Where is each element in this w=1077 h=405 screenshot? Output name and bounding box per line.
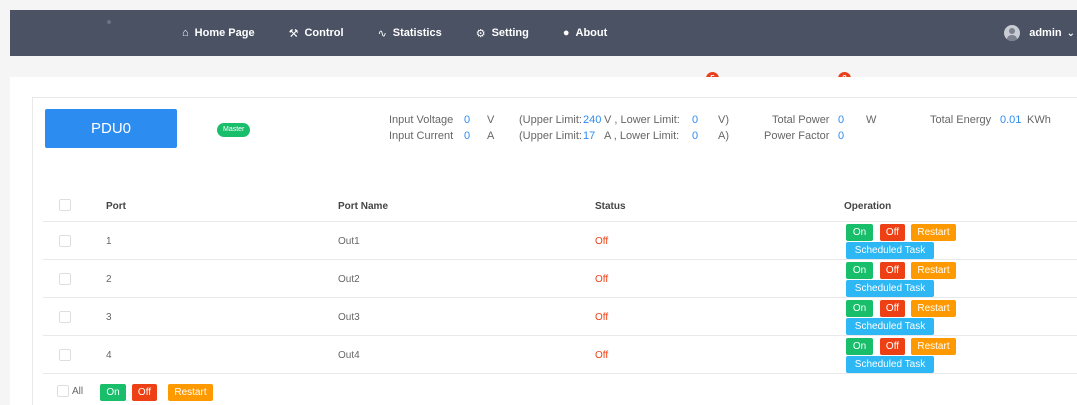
bulk-actions-bar: All On Off Restart [43, 374, 1077, 405]
logo-mark [107, 20, 111, 24]
username: admin [1029, 27, 1062, 39]
off-button[interactable]: Off [880, 262, 905, 279]
port-number: 1 [106, 236, 112, 247]
table-row: 2 Out2 Off On Off Restart Scheduled Task [43, 260, 1077, 298]
port-name: Out2 [338, 274, 360, 285]
table-header: Port Port Name Status Operation [43, 189, 1077, 222]
avatar-icon [1004, 25, 1021, 41]
pdu-select-button[interactable]: PDU0 [45, 109, 177, 148]
row-checkbox[interactable] [59, 311, 71, 323]
off-button[interactable]: Off [880, 338, 905, 355]
on-button[interactable]: On [846, 300, 873, 317]
nav-setting-label: Setting [491, 27, 529, 39]
table-row: 1 Out1 Off On Off Restart Scheduled Task [43, 222, 1077, 260]
top-navbar: ⌂ Home Page ⚒ Control ∿ Statistics ⚙ Set… [10, 10, 1077, 56]
restart-button[interactable]: Restart [911, 224, 956, 241]
scheduled-task-button[interactable]: Scheduled Task [846, 242, 934, 259]
home-icon: ⌂ [182, 27, 189, 39]
port-status: Off [595, 312, 609, 323]
nav-control[interactable]: ⚒ Control [289, 27, 344, 40]
total-power-value: 0 [838, 114, 845, 126]
port-number: 4 [106, 350, 112, 361]
header-status: Status [595, 201, 626, 212]
header-port: Port [106, 201, 126, 212]
power-factor-label: Power Factor [764, 130, 830, 142]
select-all-label: All [72, 386, 84, 397]
table-row: 4 Out4 Off On Off Restart Scheduled Task [43, 336, 1077, 374]
row-checkbox[interactable] [59, 349, 71, 361]
nav-statistics-label: Statistics [392, 27, 442, 39]
select-all-checkbox[interactable] [57, 385, 69, 397]
voltage-upper-limit: 240 [583, 114, 602, 126]
all-on-button[interactable]: On [100, 384, 126, 401]
total-power-unit: W [866, 114, 877, 126]
port-name: Out1 [338, 236, 360, 247]
off-button[interactable]: Off [880, 224, 905, 241]
port-number: 2 [106, 274, 112, 285]
gear-icon: ⚙ [475, 27, 486, 40]
select-all-rows-checkbox[interactable] [59, 199, 71, 211]
row-checkbox[interactable] [59, 273, 71, 285]
voltage-limit-mid: V , Lower Limit: [604, 114, 680, 126]
port-number: 3 [106, 312, 112, 323]
nav-control-label: Control [304, 27, 344, 39]
input-voltage-label: Input Voltage [389, 114, 454, 126]
table-row: 3 Out3 Off On Off Restart Scheduled Task [43, 298, 1077, 336]
port-status: Off [595, 236, 609, 247]
off-button[interactable]: Off [880, 300, 905, 317]
current-upper-limit: 17 [583, 130, 596, 142]
current-lower-limit: 0 [692, 130, 699, 142]
current-limit-mid: A , Lower Limit: [604, 130, 680, 142]
port-status: Off [595, 350, 609, 361]
info-circle-icon: ● [562, 27, 570, 39]
input-voltage-unit: V [487, 114, 495, 126]
input-current-label: Input Current [389, 130, 454, 142]
scheduled-task-button[interactable]: Scheduled Task [846, 356, 934, 373]
pulse-icon: ∿ [377, 27, 387, 40]
on-button[interactable]: On [846, 262, 873, 279]
total-energy-label: Total Energy [930, 114, 992, 126]
restart-button[interactable]: Restart [911, 338, 956, 355]
master-tag: Master [217, 123, 251, 137]
nav-about[interactable]: ● About [563, 27, 607, 39]
row-checkbox[interactable] [59, 235, 71, 247]
input-voltage-value: 0 [464, 114, 471, 126]
tools-icon: ⚒ [288, 27, 299, 40]
current-limit-suffix: A) [718, 130, 729, 142]
nav-home[interactable]: ⌂ Home Page [182, 27, 255, 39]
scheduled-task-button[interactable]: Scheduled Task [846, 318, 934, 335]
pdu-card: PDU0 Master Input Voltage 0 V (Upper Lim… [32, 97, 1077, 405]
total-power-label: Total Power [772, 114, 830, 126]
on-button[interactable]: On [846, 338, 873, 355]
restart-button[interactable]: Restart [911, 300, 956, 317]
restart-button[interactable]: Restart [911, 262, 956, 279]
port-name: Out4 [338, 350, 360, 361]
port-status: Off [595, 274, 609, 285]
input-current-unit: A [487, 130, 495, 142]
voltage-lower-limit: 0 [692, 114, 699, 126]
nav-statistics[interactable]: ∿ Statistics [378, 27, 442, 40]
nav-setting[interactable]: ⚙ Setting [476, 27, 529, 40]
voltage-limit-prefix: (Upper Limit: [519, 114, 582, 126]
main-panel: PDU0 Master Input Voltage 0 V (Upper Lim… [10, 77, 1077, 405]
all-off-button[interactable]: Off [132, 384, 157, 401]
total-energy-unit: KWh [1027, 114, 1051, 126]
scheduled-task-button[interactable]: Scheduled Task [846, 280, 934, 297]
all-restart-button[interactable]: Restart [168, 384, 213, 401]
on-button[interactable]: On [846, 224, 873, 241]
nav-home-label: Home Page [194, 27, 255, 39]
total-energy-value: 0.01 [1000, 114, 1022, 126]
chevron-down-icon: ⌄ [1066, 27, 1075, 39]
main-nav: ⌂ Home Page ⚒ Control ∿ Statistics ⚙ Set… [182, 10, 641, 56]
user-menu[interactable]: admin ⌄ [1004, 10, 1075, 56]
header-port-name: Port Name [338, 201, 389, 212]
input-current-value: 0 [464, 130, 471, 142]
power-factor-value: 0 [838, 130, 845, 142]
nav-about-label: About [575, 27, 608, 39]
header-operation: Operation [844, 201, 892, 212]
current-limit-prefix: (Upper Limit: [519, 130, 582, 142]
voltage-limit-suffix: V) [718, 114, 729, 126]
port-name: Out3 [338, 312, 360, 323]
